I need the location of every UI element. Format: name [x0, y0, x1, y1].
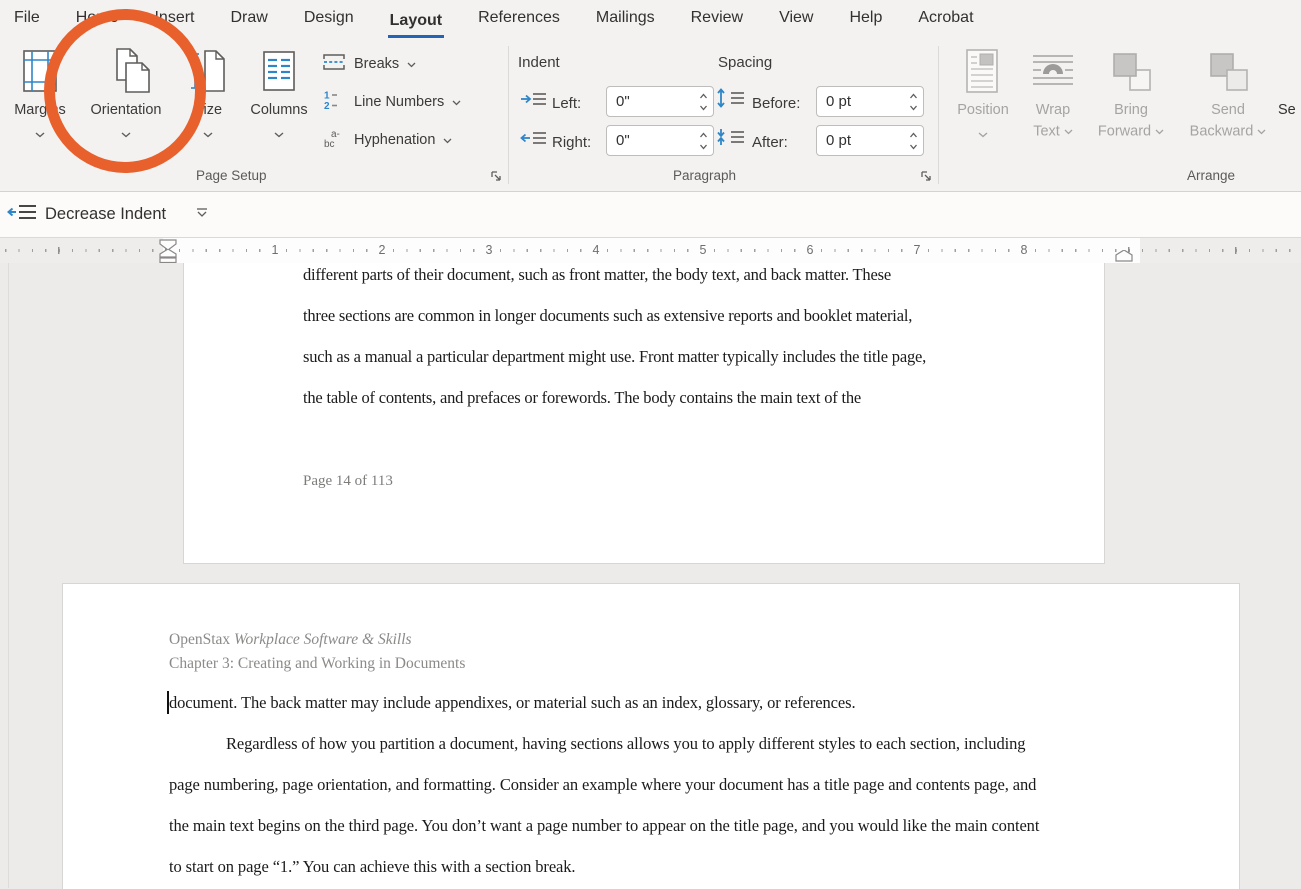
chevron-down-icon	[1257, 123, 1266, 139]
spinner-arrows[interactable]	[699, 131, 708, 161]
text-line: the table of contents, and prefaces or f…	[303, 377, 1063, 418]
svg-text:1: 1	[324, 91, 330, 102]
bring-forward-icon	[1108, 48, 1154, 99]
columns-button[interactable]: Columns	[240, 42, 318, 143]
text-line: Regardless of how you partition a docume…	[169, 723, 1199, 764]
tab-layout[interactable]: Layout	[388, 5, 444, 38]
chevron-down-icon	[274, 126, 284, 142]
text-line: three sections are common in longer docu…	[303, 295, 1063, 336]
hyphenation-button[interactable]: a- bc Hyphenation	[322, 126, 452, 154]
document-page-15[interactable]: OpenStax Workplace Software & Skills Cha…	[62, 583, 1240, 889]
menu-bar: File Home Insert Draw Design Layout Refe…	[0, 0, 1301, 38]
svg-text:2: 2	[324, 101, 330, 111]
orientation-button[interactable]: Orientation	[80, 42, 172, 143]
indent-right-icon	[520, 129, 548, 152]
text-line: different parts of their document, such …	[303, 254, 1063, 295]
tab-home[interactable]: Home	[74, 2, 121, 38]
margins-button[interactable]: Margins	[4, 42, 76, 143]
chevron-down-icon	[121, 126, 131, 142]
tab-view[interactable]: View	[777, 2, 815, 38]
wrap-text-button[interactable]: Wrap Text	[1022, 42, 1084, 140]
columns-icon	[262, 50, 296, 97]
size-button[interactable]: Size	[180, 42, 236, 143]
chevron-down-icon	[443, 132, 452, 148]
text-line: page numbering, page orientation, and fo…	[169, 764, 1199, 805]
breaks-icon	[322, 51, 346, 77]
document-page-14[interactable]: different parts of their document, such …	[183, 263, 1105, 564]
svg-text:bc: bc	[324, 139, 335, 149]
line-numbers-button[interactable]: 1 2 Line Numbers	[322, 88, 461, 116]
group-separator	[508, 46, 509, 184]
decrease-indent-icon	[7, 202, 37, 227]
breaks-button[interactable]: Breaks	[322, 50, 416, 78]
spacing-before-field[interactable]: 0 pt	[816, 86, 924, 117]
margins-icon	[22, 49, 58, 98]
selection-pane-button-partial[interactable]: Se	[1278, 42, 1301, 119]
page-number-footer: Page 14 of 113	[303, 473, 393, 490]
chevron-down-icon	[203, 126, 213, 142]
spacing-after-icon	[716, 127, 746, 152]
indent-left-field[interactable]: 0"	[606, 86, 714, 117]
chevron-down-icon	[978, 126, 988, 142]
send-backward-button[interactable]: Send Backward	[1180, 42, 1276, 140]
arrange-group-label: Arrange	[1187, 168, 1235, 183]
page-setup-group-label: Page Setup	[196, 168, 267, 183]
document-canvas[interactable]: different parts of their document, such …	[0, 263, 1301, 888]
position-button[interactable]: Position	[944, 42, 1022, 143]
hyphenation-icon: a- bc	[322, 127, 346, 153]
paragraph-group-label: Paragraph	[673, 168, 736, 183]
spinner-arrows[interactable]	[909, 131, 918, 161]
window-edge-line	[8, 263, 9, 888]
chevron-down-icon	[407, 56, 416, 72]
decrease-indent-label: Decrease Indent	[45, 205, 166, 224]
spacing-after-field[interactable]: 0 pt	[816, 125, 924, 156]
line-numbers-icon: 1 2	[322, 89, 346, 115]
header-line-1: OpenStax Workplace Software & Skills	[169, 628, 465, 652]
text-line: the main text begins on the third page. …	[169, 805, 1199, 846]
text-line: document. The back matter may include ap…	[169, 682, 1199, 723]
group-separator	[938, 46, 939, 184]
collapse-chevron-icon[interactable]	[194, 206, 210, 224]
chevron-down-icon	[452, 94, 461, 110]
tab-insert[interactable]: Insert	[152, 2, 196, 38]
page-header: OpenStax Workplace Software & Skills Cha…	[169, 628, 465, 676]
text-line: such as a manual a particular department…	[303, 336, 1063, 377]
chevron-down-icon	[1155, 123, 1164, 139]
text-line: to start on page “1.” You can achieve th…	[169, 846, 1199, 887]
paragraph-dialog-launcher[interactable]	[919, 169, 933, 188]
spacing-before-icon	[716, 88, 746, 113]
spacing-heading: Spacing	[718, 54, 772, 71]
tab-review[interactable]: Review	[689, 2, 745, 38]
spinner-arrows[interactable]	[909, 92, 918, 122]
spinner-arrows[interactable]	[699, 92, 708, 122]
page-14-body-text: different parts of their document, such …	[303, 254, 1063, 418]
bring-forward-button[interactable]: Bring Forward	[1086, 42, 1176, 140]
wrap-text-icon	[1031, 50, 1075, 97]
decrease-indent-toolbar[interactable]: Decrease Indent	[0, 192, 1301, 238]
tab-mailings[interactable]: Mailings	[594, 2, 657, 38]
indent-left-icon	[520, 90, 548, 113]
ribbon: Margins Orientation Size	[0, 38, 1301, 192]
chevron-down-icon	[1064, 123, 1073, 139]
tab-acrobat[interactable]: Acrobat	[916, 2, 975, 38]
tab-design[interactable]: Design	[302, 2, 356, 38]
tab-file[interactable]: File	[12, 2, 42, 38]
indent-right-field[interactable]: 0"	[606, 125, 714, 156]
page-setup-dialog-launcher[interactable]	[489, 169, 503, 188]
size-icon	[190, 49, 226, 98]
header-line-2: Chapter 3: Creating and Working in Docum…	[169, 652, 465, 676]
page-15-body-text: document. The back matter may include ap…	[169, 682, 1199, 887]
position-icon	[965, 48, 1001, 99]
send-backward-icon	[1205, 48, 1251, 99]
chevron-down-icon	[35, 126, 45, 142]
tab-help[interactable]: Help	[847, 2, 884, 38]
tab-draw[interactable]: Draw	[228, 2, 269, 38]
orientation-icon	[100, 47, 152, 100]
indent-heading: Indent	[518, 54, 560, 71]
tab-references[interactable]: References	[476, 2, 562, 38]
